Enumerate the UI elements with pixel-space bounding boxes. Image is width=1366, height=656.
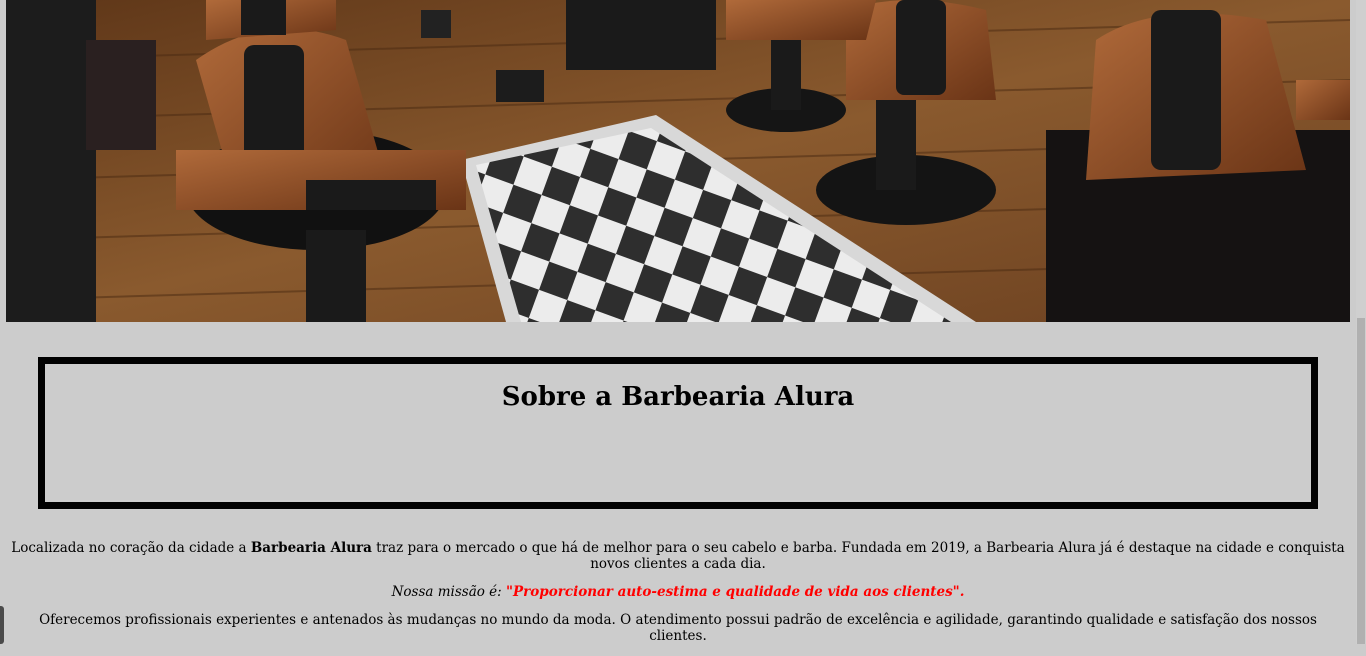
page-scrollbar[interactable] — [1356, 0, 1366, 644]
scrollbar-thumb[interactable] — [1357, 318, 1365, 644]
brand-name: Barbearia Alura — [250, 540, 372, 556]
hero-image — [6, 0, 1350, 322]
main-content: Localizada no coração da cidade a Barbea… — [10, 540, 1346, 656]
mission-quote: "Proporcionar auto-estima e qualidade de… — [506, 584, 965, 600]
about-title: Sobre a Barbearia Alura — [501, 382, 855, 412]
intro-text-before: Localizada no coração da cidade a — [11, 540, 251, 556]
window-edge-handle — [0, 606, 4, 644]
barbershop-interior-photo — [6, 0, 1350, 322]
intro-paragraph: Localizada no coração da cidade a Barbea… — [10, 540, 1346, 572]
intro-text-after: traz para o mercado o que há de melhor p… — [371, 540, 1345, 572]
services-paragraph: Oferecemos profissionais experientes e a… — [39, 612, 1317, 644]
about-section: Sobre a Barbearia Alura — [38, 357, 1318, 509]
mission-paragraph: Nossa missão é: "Proporcionar auto-estim… — [10, 584, 1346, 600]
mission-label: Nossa missão é: — [391, 584, 506, 600]
